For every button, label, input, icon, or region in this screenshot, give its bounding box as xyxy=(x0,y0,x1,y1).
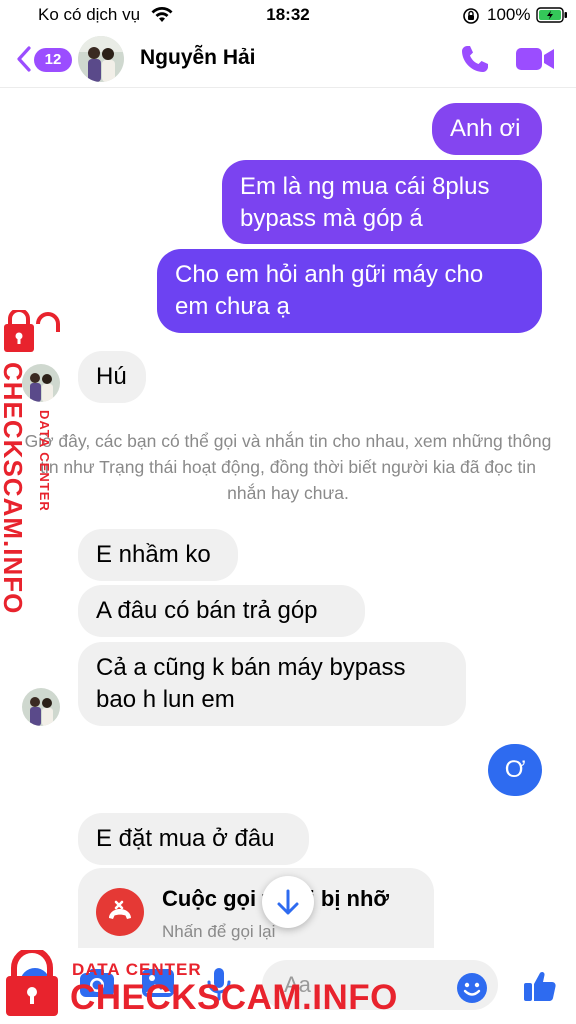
arrow-down-icon xyxy=(277,889,299,915)
message-bubble-outgoing[interactable]: Anh ơi xyxy=(432,103,542,155)
conversation-header: 12 Nguyễn Hải xyxy=(0,30,576,88)
scroll-to-bottom-button[interactable] xyxy=(262,876,314,928)
contact-avatar[interactable] xyxy=(78,36,124,82)
info-notice: Giờ đây, các bạn có thể gọi và nhắn tin … xyxy=(24,431,552,503)
battery-percent: 100% xyxy=(487,5,531,24)
back-button[interactable]: 12 xyxy=(14,42,72,77)
message-text: A đâu có bán trả góp xyxy=(96,597,318,624)
message-text: E đặt mua ở đâu xyxy=(96,825,275,852)
message-bubble-outgoing[interactable]: Em là ng mua cái 8plus bypass mà góp á xyxy=(222,160,542,244)
contact-avatar-small[interactable] xyxy=(22,688,60,726)
watermark-bottom-site: CHECKSCAM.INFO xyxy=(70,978,398,1017)
message-text: bypass mà góp á xyxy=(240,205,423,232)
missed-call-icon xyxy=(96,888,144,936)
missed-call-subtitle: Nhấn để gọi lại xyxy=(162,922,276,941)
message-bubble-outgoing[interactable]: Cho em hỏi anh gữi máy cho em chưa ạ xyxy=(157,249,542,333)
message-text: Hú xyxy=(96,363,127,390)
video-call-button[interactable] xyxy=(514,44,556,74)
call-button[interactable] xyxy=(458,42,492,76)
message-text: bao h lun em xyxy=(96,686,235,713)
phone-icon xyxy=(462,46,488,72)
message-text: Anh ơi xyxy=(450,115,521,142)
status-bar: Ko có dịch vụ 18:32 100% xyxy=(0,0,576,30)
message-bubble-incoming[interactable]: E nhầm ko xyxy=(78,529,238,581)
smile-icon[interactable] xyxy=(456,972,488,1009)
rotation-lock-icon xyxy=(462,7,480,30)
watermark-side-site: CHECKSCAM.INFO xyxy=(0,362,28,615)
unread-count-badge: 12 xyxy=(34,48,72,72)
video-camera-icon xyxy=(516,48,554,70)
watermark-bottom-label: DATA CENTER xyxy=(72,960,202,979)
message-text: em chưa ạ xyxy=(175,293,290,320)
message-text: Cả a cũng k bán máy bypass xyxy=(96,654,406,681)
message-text: Cho em hỏi anh gữi máy cho xyxy=(175,261,484,288)
message-bubble-incoming[interactable]: Cả a cũng k bán máy bypass bao h lun em xyxy=(78,642,466,726)
battery-icon xyxy=(536,7,568,28)
contact-name[interactable]: Nguyễn Hải xyxy=(140,46,256,70)
chevron-left-icon xyxy=(16,46,32,77)
watermark-lock-icon xyxy=(4,947,60,1021)
thumbs-up-icon[interactable] xyxy=(522,968,558,1009)
message-text: Em là ng mua cái 8plus xyxy=(240,173,490,200)
message-text: E nhầm ko xyxy=(96,541,211,568)
message-bubble-incoming[interactable]: E đặt mua ở đâu xyxy=(78,813,309,865)
message-bubble-incoming[interactable]: Hú xyxy=(78,351,146,403)
missed-call-card[interactable]: Cuộc gọi thoại bị nhỡ Nhấn để gọi lại xyxy=(78,868,434,948)
watermark-lock-icon xyxy=(4,308,62,357)
message-bubble-incoming[interactable]: A đâu có bán trả góp xyxy=(78,585,365,637)
message-bubble-outgoing[interactable]: Ơ xyxy=(488,744,542,796)
message-text: Ơ xyxy=(504,756,526,783)
watermark-side-label: DATA CENTER xyxy=(37,410,52,512)
